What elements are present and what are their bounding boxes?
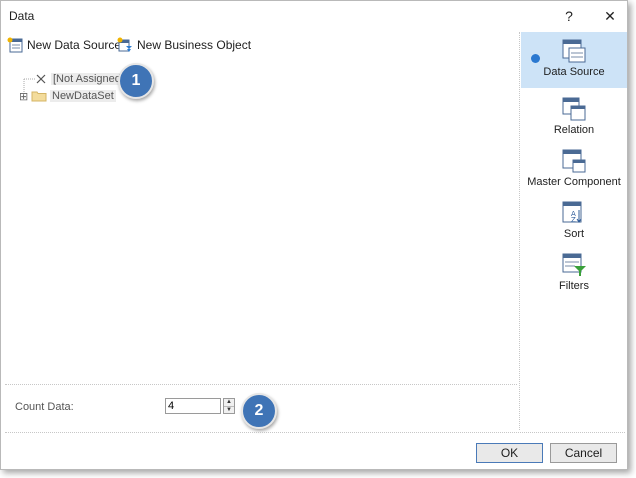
sidebar-item-label: Sort [563, 228, 585, 240]
folder-icon [31, 91, 47, 102]
ok-button[interactable]: OK [476, 443, 543, 463]
x-icon [36, 74, 46, 84]
tree-item-label: [Not Assigned] [51, 73, 126, 85]
new-business-object-label: New Business Object [137, 38, 252, 52]
new-business-object-icon [117, 37, 132, 52]
filters-icon [562, 253, 586, 276]
svg-text:Z: Z [571, 216, 576, 224]
vertical-separator [519, 32, 520, 430]
callout-badge-1: 1 [118, 63, 154, 99]
sidebar-item-relation[interactable]: Relation [521, 90, 627, 140]
new-data-source-button[interactable]: New Data Source [7, 35, 121, 55]
sidebar-item-master-component[interactable]: Master Component [521, 142, 627, 192]
sidebar-item-data-source[interactable]: Data Source [521, 32, 627, 88]
new-business-object-button[interactable]: New Business Object [117, 35, 251, 55]
count-data-input[interactable] [165, 398, 221, 414]
data-dialog: Data ? ✕ New Data Source New Business Ob [0, 0, 628, 470]
footer-separator [5, 432, 625, 433]
tree-item-newdataset[interactable]: ⊞ NewDataSet [19, 88, 116, 104]
sidebar: Data Source Relation Master Component A … [521, 32, 627, 430]
title-bar: Data ? ✕ [1, 1, 627, 31]
relation-icon [562, 97, 586, 121]
count-data-label: Count Data: [15, 401, 74, 413]
expand-icon[interactable]: ⊞ [19, 90, 31, 103]
sort-icon: A Z [562, 201, 582, 224]
tree-item-label: NewDataSet [50, 90, 116, 102]
spin-up-icon[interactable]: ▲ [224, 399, 234, 407]
sidebar-item-label: Master Component [527, 176, 621, 188]
callout-badge-2: 2 [241, 393, 277, 429]
data-source-icon [562, 39, 586, 63]
close-button[interactable]: ✕ [597, 5, 623, 27]
master-component-icon [562, 149, 586, 173]
new-data-source-label: New Data Source [27, 38, 122, 52]
selected-indicator-icon [531, 54, 540, 63]
sidebar-item-label: Data Source [543, 66, 605, 78]
help-button[interactable]: ? [556, 5, 582, 27]
sidebar-item-label: Relation [553, 124, 595, 136]
count-data-spinner[interactable]: ▲ ▼ [223, 398, 235, 414]
data-tree[interactable]: [Not Assigned] ⊞ NewDataSet [15, 71, 215, 111]
sidebar-item-label: Filters [559, 280, 589, 292]
sidebar-item-filters[interactable]: Filters [521, 246, 627, 296]
separator-line [5, 384, 517, 385]
tree-item-not-assigned[interactable]: [Not Assigned] [35, 71, 126, 87]
sidebar-item-sort[interactable]: A Z Sort [521, 194, 627, 244]
window-title: Data [9, 9, 35, 23]
spin-down-icon[interactable]: ▼ [224, 407, 234, 414]
new-data-source-icon [7, 37, 23, 53]
cancel-button[interactable]: Cancel [550, 443, 617, 463]
